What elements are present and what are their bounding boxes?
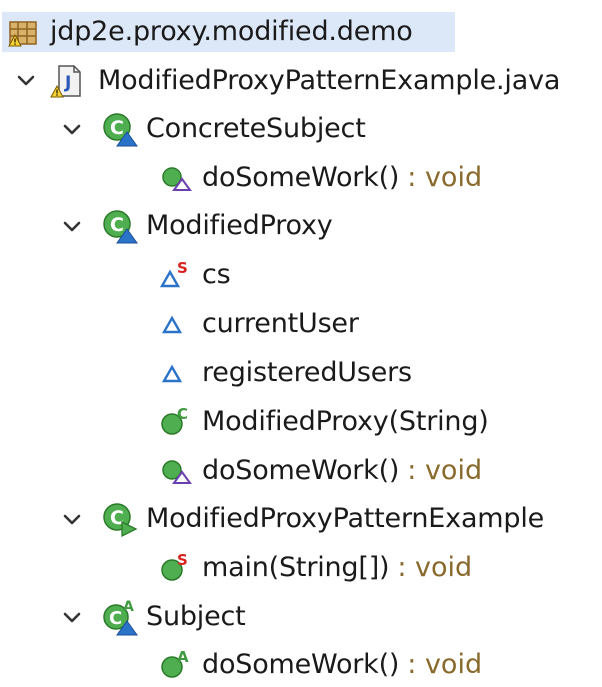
tree-item-project[interactable]: jdp2e.proxy.modified.demo [6, 10, 413, 54]
svg-text:C: C [109, 608, 122, 629]
tree-item-field-cs[interactable]: S cs [160, 253, 231, 297]
static-badge: S [177, 259, 188, 277]
field-label: cs [202, 259, 231, 290]
tree-item-class-modifiedproxy[interactable]: C ModifiedProxy [100, 204, 333, 248]
method-default-icon [160, 456, 192, 486]
java-file-icon: J [50, 63, 86, 99]
outline-tree: jdp2e.proxy.modified.demo J ModifiedProx… [0, 0, 602, 683]
chevron-down-icon[interactable] [60, 508, 84, 532]
tree-item-class-modifiedproxypatternexample[interactable]: C ModifiedProxyPatternExample [100, 497, 544, 541]
tree-item-class-concretesubject[interactable]: C ConcreteSubject [100, 107, 366, 151]
tree-item-field-registeredusers[interactable]: registeredUsers [160, 351, 412, 395]
field-static-icon: S [160, 258, 192, 292]
field-label: currentUser [202, 308, 359, 339]
constructor-badge: C [177, 405, 188, 423]
class-default-icon: C [100, 110, 140, 148]
method-static-icon: S [160, 550, 192, 586]
abstract-badge: A [177, 648, 189, 666]
field-label: registeredUsers [202, 357, 412, 388]
chevron-down-icon[interactable] [14, 69, 38, 93]
field-default-icon [160, 309, 190, 339]
chevron-down-icon[interactable] [60, 118, 84, 142]
tree-item-method-main[interactable]: S main(String[]) : void [160, 546, 472, 590]
class-label: ModifiedProxy [146, 210, 333, 241]
tree-item-java-file[interactable]: J ModifiedProxyPatternExample.java [50, 59, 560, 103]
project-label: jdp2e.proxy.modified.demo [50, 16, 413, 47]
svg-text:C: C [110, 214, 124, 236]
method-default-icon [160, 163, 192, 193]
field-default-icon [160, 358, 190, 388]
return-type: : void [407, 649, 483, 680]
return-type: : void [397, 552, 473, 583]
class-label: ModifiedProxyPatternExample [146, 503, 545, 534]
method-label: doSomeWork() [202, 455, 400, 486]
method-abstract-icon: A [160, 647, 192, 683]
abstract-badge: A [123, 599, 134, 615]
method-label: doSomeWork() [202, 649, 400, 680]
static-badge: S [177, 551, 188, 569]
chevron-down-icon[interactable] [60, 215, 84, 239]
method-label: doSomeWork() [202, 162, 400, 193]
return-type: : void [407, 162, 483, 193]
tree-item-class-subject[interactable]: C A Subject [100, 595, 246, 639]
return-type: : void [407, 455, 483, 486]
tree-item-constructor[interactable]: C ModifiedProxy(String) [160, 400, 489, 444]
class-public-icon: C [100, 500, 140, 538]
class-label: ConcreteSubject [146, 113, 366, 144]
tree-item-method-dosomework[interactable]: doSomeWork() : void [160, 449, 482, 493]
abstract-class-icon: C A [100, 598, 140, 636]
svg-text:J: J [64, 73, 71, 93]
constructor-label: ModifiedProxy(String) [202, 406, 489, 437]
constructor-icon: C [160, 404, 192, 440]
tree-item-method-dosomework[interactable]: doSomeWork() : void [160, 156, 482, 200]
tree-item-method-dosomework[interactable]: A doSomeWork() : void [160, 643, 482, 687]
package-icon [6, 16, 40, 48]
tree-item-field-currentuser[interactable]: currentUser [160, 302, 359, 346]
method-label: main(String[]) [202, 552, 390, 583]
svg-text:C: C [110, 117, 124, 139]
class-label: Subject [146, 601, 246, 632]
class-default-icon: C [100, 207, 140, 245]
chevron-down-icon[interactable] [60, 606, 84, 630]
java-file-label: ModifiedProxyPatternExample.java [98, 65, 561, 96]
